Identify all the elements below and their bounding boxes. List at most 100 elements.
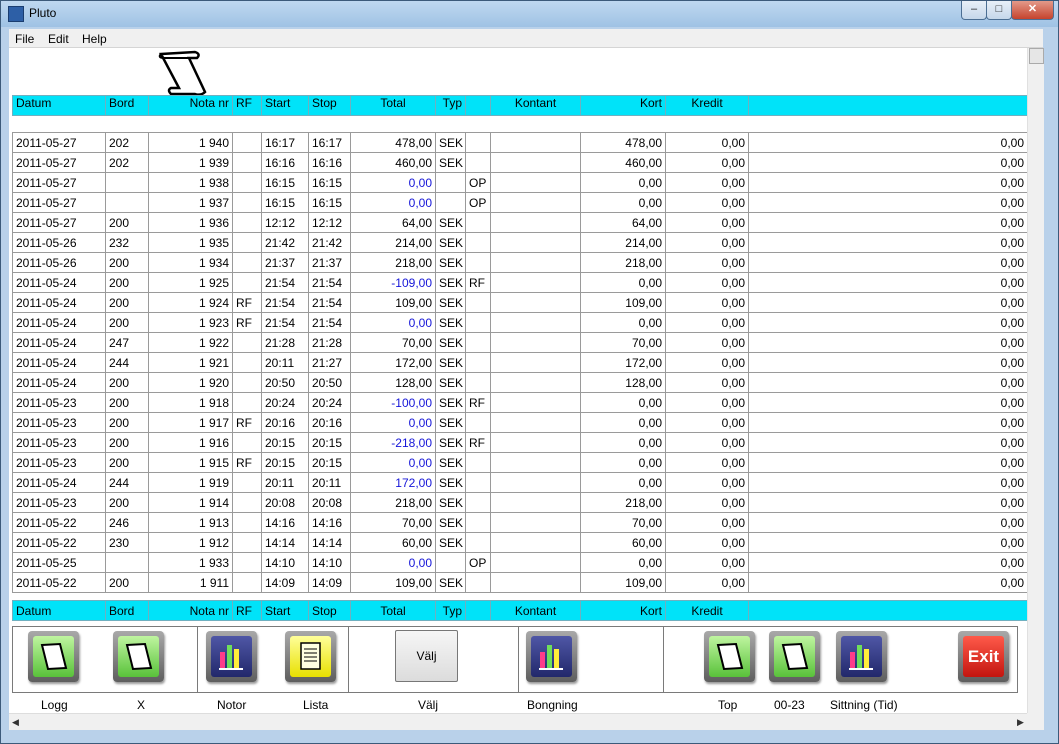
cell-stop: 21:54: [308, 292, 351, 313]
menu-help[interactable]: Help: [82, 32, 107, 46]
valj-button[interactable]: Välj: [395, 630, 458, 682]
table-row[interactable]: 2011-05-23 200 1 918 20:24 20:24 -100,00 SEK RF…: [12, 392, 1028, 413]
column-header[interactable]: Kort: [580, 95, 666, 116]
column-header[interactable]: Start: [261, 600, 309, 621]
table-row[interactable]: 2011-05-27 1 937 16:15 16:15 0,00 OP 0,00 0,00 0…: [12, 192, 1028, 213]
minimize-button[interactable]: –: [961, 1, 987, 20]
table-row[interactable]: 2011-05-24 200 1 923 RF 21:54 21:54 0,00 SEK 0,0…: [12, 312, 1028, 333]
cell-nota: 1 916: [148, 432, 233, 453]
table-row[interactable]: 2011-05-24 247 1 922 21:28 21:28 70,00 SEK 70,0…: [12, 332, 1028, 353]
column-header[interactable]: Bord: [105, 95, 149, 116]
column-header[interactable]: Start: [261, 95, 309, 116]
cell-empty: [490, 332, 581, 353]
cell-rf: RF: [232, 412, 262, 433]
cell-datum: 2011-05-27: [12, 212, 106, 233]
column-header[interactable]: RF: [232, 95, 262, 116]
cell-total: -109,00: [350, 272, 436, 293]
table-row[interactable]: 2011-05-25 1 933 14:10 14:10 0,00 OP 0,00 0,00 0…: [12, 552, 1028, 573]
column-header[interactable]: Kredit: [665, 600, 749, 621]
column-header[interactable]: Bord: [105, 600, 149, 621]
scroll-icon: [125, 642, 153, 671]
column-header[interactable]: Kontant: [490, 95, 581, 116]
scroll-left-icon[interactable]: ◀: [12, 717, 19, 728]
table-row[interactable]: 2011-05-27 202 1 939 16:16 16:16 460,00 SEK 460…: [12, 152, 1028, 173]
table-row[interactable]: 2011-05-23 200 1 916 20:15 20:15 -218,00 SEK RF…: [12, 432, 1028, 453]
cell-start: 20:08: [261, 492, 309, 513]
table-row[interactable]: 2011-05-24 200 1 924 RF 21:54 21:54 109,00 SEK 1…: [12, 292, 1028, 313]
menu-edit[interactable]: Edit: [48, 32, 69, 46]
bongning-button[interactable]: [526, 631, 577, 682]
column-header[interactable]: Nota nr: [148, 95, 233, 116]
cell-kort: 0,00: [665, 452, 749, 473]
table-row[interactable]: 2011-05-23 200 1 917 RF 20:16 20:16 0,00 SEK 0,0…: [12, 412, 1028, 433]
column-header[interactable]: Kontant: [490, 600, 581, 621]
table-row[interactable]: 2011-05-27 200 1 936 12:12 12:12 64,00 SEK 64,0…: [12, 212, 1028, 233]
table-row[interactable]: 2011-05-23 200 1 914 20:08 20:08 218,00 SEK 218…: [12, 492, 1028, 513]
column-header[interactable]: Typ: [435, 95, 466, 116]
cell-total: 0,00: [350, 412, 436, 433]
table-row[interactable]: 2011-05-26 232 1 935 21:42 21:42 214,00 SEK 214…: [12, 232, 1028, 253]
sittning-button[interactable]: [836, 631, 887, 682]
column-header[interactable]: Kort: [580, 600, 666, 621]
cell-start: 21:37: [261, 252, 309, 273]
table-row[interactable]: 2011-05-27 202 1 940 16:17 16:17 478,00 SEK 478…: [12, 132, 1028, 153]
column-header[interactable]: Datum: [12, 95, 106, 116]
notor-button[interactable]: [206, 631, 257, 682]
cell-start: 20:50: [261, 372, 309, 393]
cell-kredit: 0,00: [748, 352, 1028, 373]
cell-kort: 0,00: [665, 272, 749, 293]
cell-kredit: 0,00: [748, 272, 1028, 293]
logg-button[interactable]: [28, 631, 79, 682]
column-header[interactable]: [748, 600, 1028, 621]
column-header[interactable]: RF: [232, 600, 262, 621]
lista-button[interactable]: [285, 631, 336, 682]
column-header[interactable]: [465, 600, 491, 621]
table-row[interactable]: 2011-05-23 200 1 915 RF 20:15 20:15 0,00 SEK 0,0…: [12, 452, 1028, 473]
scroll-right-icon[interactable]: ▶: [1017, 717, 1024, 728]
table-row[interactable]: 2011-05-24 200 1 925 21:54 21:54 -109,00 SEK RF…: [12, 272, 1028, 293]
column-header[interactable]: Nota nr: [148, 600, 233, 621]
cell-bord: 200: [105, 412, 149, 433]
exit-button[interactable]: Exit: [958, 631, 1009, 682]
title-bar[interactable]: Pluto – □ ✕: [1, 1, 1058, 27]
cell-start: 16:15: [261, 172, 309, 193]
cell-stop: 20:15: [308, 432, 351, 453]
column-header[interactable]: Total: [350, 95, 436, 116]
cell-currency: SEK: [435, 392, 466, 413]
column-header[interactable]: Typ: [435, 600, 466, 621]
menu-file[interactable]: File: [15, 32, 34, 46]
cell-nota: 1 918: [148, 392, 233, 413]
table-row[interactable]: 2011-05-24 200 1 920 20:50 20:50 128,00 SEK 128…: [12, 372, 1028, 393]
table-row[interactable]: 2011-05-26 200 1 934 21:37 21:37 218,00 SEK 218…: [12, 252, 1028, 273]
x-report-button[interactable]: [113, 631, 164, 682]
cell-kredit: 0,00: [748, 312, 1028, 333]
column-header[interactable]: Total: [350, 600, 436, 621]
cell-currency: SEK: [435, 532, 466, 553]
table-row[interactable]: 2011-05-24 244 1 921 20:11 21:27 172,00 SEK 172…: [12, 352, 1028, 373]
cell-bord: 200: [105, 312, 149, 333]
column-header[interactable]: Datum: [12, 600, 106, 621]
hours-00-23-button[interactable]: [769, 631, 820, 682]
table-row[interactable]: 2011-05-22 246 1 913 14:16 14:16 70,00 SEK 70,0…: [12, 512, 1028, 533]
column-header[interactable]: Stop: [308, 95, 351, 116]
cell-datum: 2011-05-24: [12, 292, 106, 313]
column-header[interactable]: Kredit: [665, 95, 749, 116]
table-row[interactable]: 2011-05-22 230 1 912 14:14 14:14 60,00 SEK 60,0…: [12, 532, 1028, 553]
table-row[interactable]: 2011-05-22 200 1 911 14:09 14:09 109,00 SEK 109…: [12, 572, 1028, 593]
column-header[interactable]: [748, 95, 1028, 116]
vertical-scrollbar[interactable]: [1027, 48, 1044, 714]
top-button[interactable]: [704, 631, 755, 682]
column-header[interactable]: Stop: [308, 600, 351, 621]
scroll-thumb[interactable]: [1029, 48, 1044, 64]
table-row[interactable]: 2011-05-24 244 1 919 20:11 20:11 172,00 SEK 0,0…: [12, 472, 1028, 493]
close-button[interactable]: ✕: [1011, 1, 1054, 20]
column-header[interactable]: [465, 95, 491, 116]
maximize-button[interactable]: □: [986, 1, 1012, 20]
app-icon: [8, 6, 24, 22]
cell-currency: SEK: [435, 132, 466, 153]
cell-rf: [232, 532, 262, 553]
cell-kredit: 0,00: [748, 232, 1028, 253]
cell-typ: [465, 292, 491, 313]
table-row[interactable]: 2011-05-27 1 938 16:15 16:15 0,00 OP 0,00 0,00 0…: [12, 172, 1028, 193]
horizontal-scrollbar[interactable]: ◀ ▶: [9, 713, 1027, 730]
